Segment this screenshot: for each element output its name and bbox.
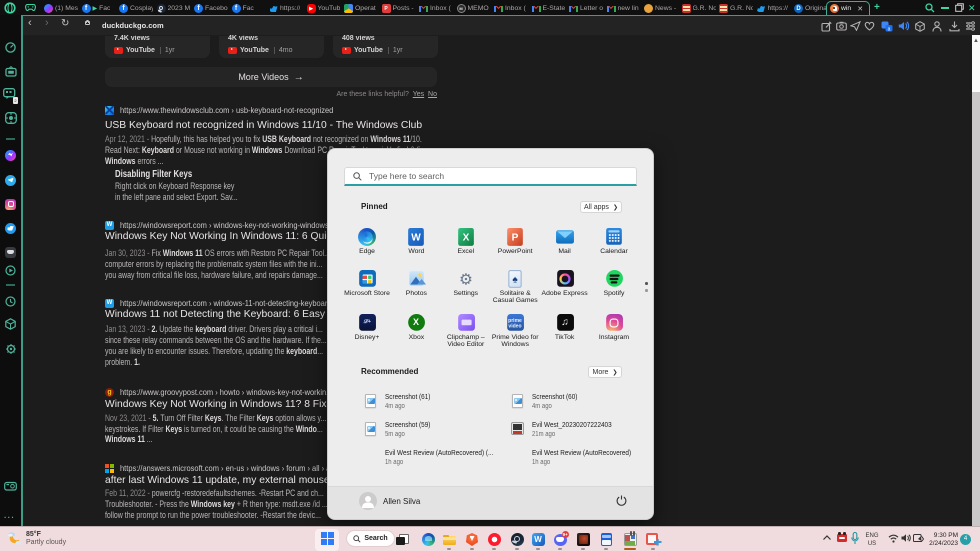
svg-text:a: a <box>888 26 891 32</box>
